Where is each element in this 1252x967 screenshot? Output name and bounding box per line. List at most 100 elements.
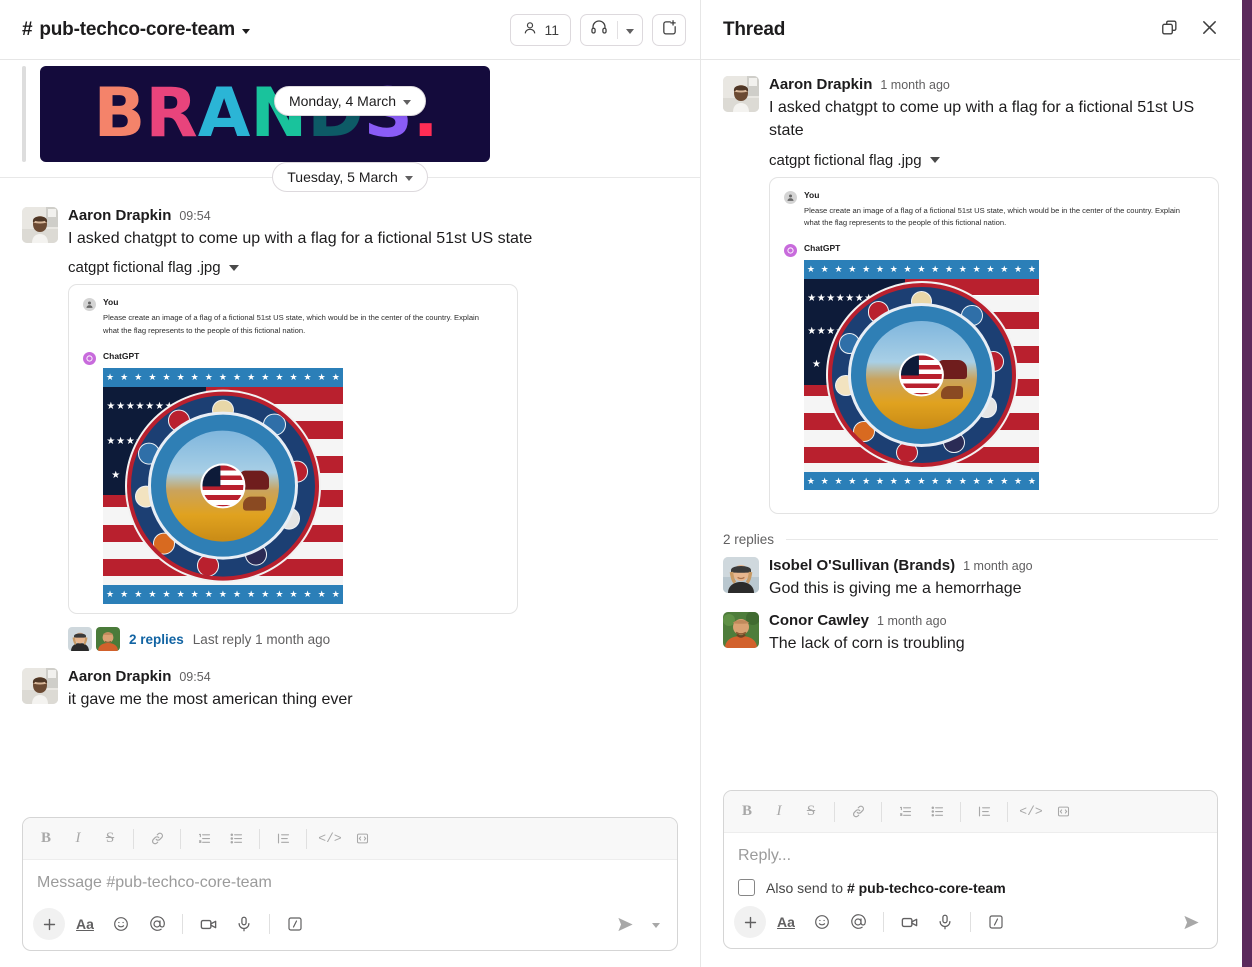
message-author[interactable]: Isobel O'Sullivan (Brands) [769, 557, 955, 575]
mention-button[interactable] [842, 906, 874, 938]
formatting-toggle-button[interactable]: Aa [770, 906, 802, 938]
flag-center-emblem [899, 353, 944, 397]
divider [306, 828, 307, 849]
date-pill-button[interactable]: Monday, 4 March [273, 86, 427, 116]
replies-count-label: 2 replies [723, 531, 775, 547]
reply-input[interactable]: Reply... [724, 833, 1217, 875]
microphone-button[interactable] [228, 908, 260, 940]
replies-separator: 2 replies [701, 516, 1240, 551]
ordered-list-button[interactable] [189, 824, 219, 854]
thread-reply-row[interactable]: Conor Cawley 1 month ago The lack of cor… [701, 602, 1240, 657]
slash-command-button[interactable] [279, 908, 311, 940]
emoji-button[interactable] [806, 906, 838, 938]
huddle-button[interactable] [581, 15, 617, 45]
formatting-toggle-button[interactable]: Aa [69, 908, 101, 940]
divider [834, 801, 835, 822]
link-button[interactable] [142, 824, 172, 854]
message-input[interactable]: Message #pub-techco-core-team [23, 860, 677, 902]
flag-bottom-star-band: ★ ★ ★ ★ ★ ★ ★ ★ ★ ★ ★ ★ ★ ★ ★ ★ ★ [804, 471, 1039, 491]
blockquote-button[interactable] [268, 824, 298, 854]
code-block-button[interactable] [1048, 797, 1078, 827]
message-author[interactable]: Conor Cawley [769, 612, 869, 630]
chevron-down-icon[interactable] [929, 157, 940, 164]
also-send-row[interactable]: Also send to # pub-techco-core-team [724, 875, 1217, 900]
avatar[interactable] [68, 627, 92, 652]
video-button[interactable] [893, 906, 925, 938]
chatgpt-prompt-text: Please create an image of a flag of a fi… [103, 313, 479, 335]
message-row[interactable]: Aaron Drapkin 09:54 it gave me the most … [0, 658, 700, 713]
message-composer[interactable]: B I S </> Message #pub-techco-core-team … [22, 817, 678, 951]
bold-button[interactable]: B [732, 797, 762, 827]
also-send-checkbox[interactable] [738, 879, 755, 896]
microphone-button[interactable] [929, 906, 961, 938]
thread-reply-row[interactable]: Isobel O'Sullivan (Brands) 1 month ago G… [701, 551, 1240, 602]
send-button[interactable] [609, 908, 641, 940]
thread-body[interactable]: Aaron Drapkin 1 month ago I asked chatgp… [701, 60, 1240, 776]
message-author[interactable]: Aaron Drapkin [68, 207, 171, 225]
chatgpt-prompt-block: Please create an image of a flag of a fi… [103, 312, 503, 337]
bold-button[interactable]: B [31, 824, 61, 854]
italic-button[interactable]: I [764, 797, 794, 827]
video-button[interactable] [192, 908, 224, 940]
file-attachment-name[interactable]: catgpt fictional flag .jpg [68, 259, 680, 276]
italic-button[interactable]: I [63, 824, 93, 854]
thread-composer[interactable]: B I S </> Reply... Also send to # pub-te… [723, 790, 1218, 949]
message-author[interactable]: Aaron Drapkin [68, 668, 171, 686]
avatar[interactable] [723, 612, 759, 649]
bulleted-list-button[interactable] [221, 824, 251, 854]
message-header: Isobel O'Sullivan (Brands) 1 month ago [769, 557, 1220, 575]
avatar[interactable] [22, 668, 58, 705]
slash-command-button[interactable] [980, 906, 1012, 938]
new-canvas-button[interactable] [652, 13, 686, 46]
close-thread-button[interactable] [1192, 13, 1226, 47]
code-button[interactable]: </> [1016, 797, 1046, 827]
send-options-button[interactable] [645, 920, 667, 928]
thread-root-message[interactable]: Aaron Drapkin 1 month ago I asked chatgp… [701, 60, 1240, 516]
ordered-list-button[interactable] [890, 797, 920, 827]
avatar[interactable] [22, 207, 58, 243]
flag-medallion-scene [166, 430, 280, 542]
emoji-button[interactable] [105, 908, 137, 940]
attach-button[interactable] [734, 906, 766, 938]
image-attachment[interactable]: You Please create an image of a flag of … [68, 284, 518, 615]
chevron-down-icon [626, 28, 634, 34]
date-pill-button[interactable]: Tuesday, 5 March [272, 162, 428, 192]
link-button[interactable] [843, 797, 873, 827]
code-block-button[interactable] [347, 824, 377, 854]
message-row[interactable]: Aaron Drapkin 09:54 I asked chatgpt to c… [0, 200, 700, 658]
mention-button[interactable] [141, 908, 173, 940]
open-in-new-window-button[interactable] [1152, 13, 1186, 47]
code-button[interactable]: </> [315, 824, 345, 854]
thread-replies-bar[interactable]: 2 replies Last reply 1 month ago [68, 624, 680, 654]
flag-top-star-band: ★ ★ ★ ★ ★ ★ ★ ★ ★ ★ ★ ★ ★ ★ ★ ★ ★ [103, 367, 343, 387]
avatar[interactable] [723, 76, 759, 112]
channel-title-button[interactable]: # pub-techco-core-team [22, 19, 250, 41]
message-timestamp[interactable]: 1 month ago [880, 78, 950, 93]
message-timestamp[interactable]: 1 month ago [877, 614, 947, 629]
send-button[interactable] [1175, 906, 1207, 938]
message-timestamp[interactable]: 09:54 [179, 209, 210, 224]
chatgpt-bot-turn: ChatGPT [784, 243, 1204, 258]
huddle-options-button[interactable] [618, 15, 642, 45]
message-text: I asked chatgpt to come up with a flag f… [769, 99, 1195, 140]
message-timestamp[interactable]: 09:54 [179, 670, 210, 685]
strikethrough-button[interactable]: S [95, 824, 125, 854]
avatar[interactable] [723, 556, 759, 593]
members-button[interactable]: 11 [510, 13, 571, 46]
blockquote-button[interactable] [969, 797, 999, 827]
message-header: Aaron Drapkin 09:54 [68, 207, 680, 225]
replies-count-link[interactable]: 2 replies [129, 632, 184, 647]
strikethrough-button[interactable]: S [796, 797, 826, 827]
flag-image: ★ ★ ★ ★ ★ ★ ★ ★ ★ ★ ★ ★ ★ ★ ★ ★ ★ ★ ★ ★ ★ ★ ★ ★ ★ ★ ★ ★ ★ ★ ★ ★ ★ ★ ★… [103, 367, 343, 604]
message-list[interactable]: B R A N D S . Monday, 4 March [0, 60, 700, 803]
chevron-down-icon[interactable] [228, 264, 239, 271]
attach-button[interactable] [33, 908, 65, 940]
file-attachment-name[interactable]: catgpt fictional flag .jpg [769, 152, 1220, 169]
message-author[interactable]: Aaron Drapkin [769, 76, 872, 94]
message-timestamp[interactable]: 1 month ago [963, 559, 1033, 574]
bulleted-list-button[interactable] [922, 797, 952, 827]
avatar[interactable] [96, 627, 120, 652]
image-attachment[interactable]: You Please create an image of a flag of … [769, 176, 1219, 514]
